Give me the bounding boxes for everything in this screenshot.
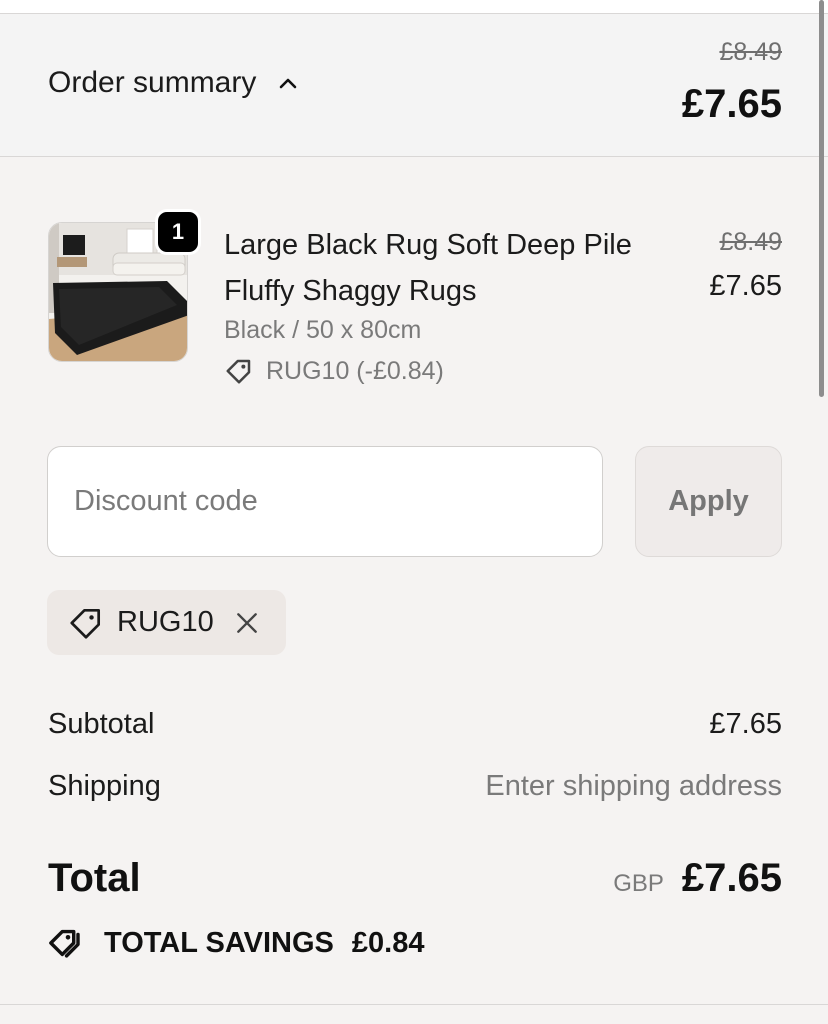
scrollbar[interactable] — [819, 0, 824, 397]
total-value: £7.65 — [681, 856, 782, 900]
product-price: £7.65 — [709, 270, 782, 302]
quantity-badge: 1 — [155, 209, 201, 255]
total-savings: TOTAL SAVINGS £0.84 — [48, 925, 424, 961]
shipping-value: Enter shipping address — [485, 770, 782, 802]
applied-code-label: RUG10 — [117, 606, 214, 638]
total-amount-group: GBP £7.65 — [613, 856, 782, 901]
discount-code-input[interactable] — [47, 446, 603, 557]
tags-icon — [49, 929, 80, 958]
tag-icon — [70, 608, 101, 639]
currency-code: GBP — [613, 870, 664, 897]
summary-price: £7.65 — [681, 82, 782, 126]
top-edge — [0, 0, 828, 14]
bottom-divider — [0, 1004, 828, 1005]
order-summary-bar[interactable]: Order summary £8.49 £7.65 — [0, 14, 828, 157]
total-savings-value: £0.84 — [351, 926, 425, 959]
subtotal-value: £7.65 — [709, 708, 782, 740]
chevron-up-icon — [280, 78, 297, 89]
product-original-price: £8.49 — [719, 228, 782, 256]
total-savings-label: TOTAL SAVINGS — [104, 926, 334, 959]
product-discount: RUG10 (-£0.84) — [224, 356, 444, 386]
product-discount-label: RUG10 (-£0.84) — [266, 356, 444, 385]
shipping-label: Shipping — [48, 770, 161, 802]
total-label: Total — [48, 856, 141, 900]
applied-discount-chip: RUG10 — [47, 590, 286, 655]
tag-icon — [226, 359, 251, 384]
summary-original-price: £8.49 — [719, 38, 782, 66]
order-summary-toggle[interactable]: Order summary — [48, 66, 300, 100]
remove-code-button[interactable] — [234, 610, 260, 636]
close-icon[interactable] — [234, 610, 260, 636]
apply-button[interactable]: Apply — [635, 446, 782, 557]
subtotal-label: Subtotal — [48, 708, 155, 740]
product-variant: Black / 50 x 80cm — [224, 316, 422, 344]
order-summary-title: Order summary — [48, 66, 257, 99]
product-name: Large Black Rug Soft Deep Pile Fluffy Sh… — [224, 229, 632, 307]
